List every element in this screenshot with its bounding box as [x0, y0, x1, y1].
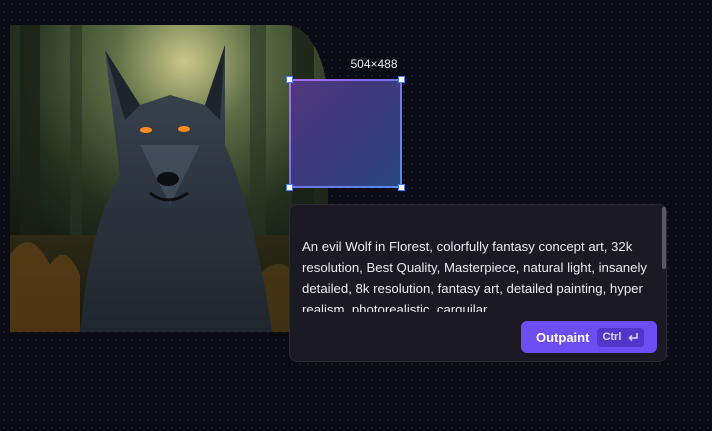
resize-handle-bottom-right[interactable]	[398, 184, 405, 191]
shortcut-ctrl-key: Ctrl	[602, 331, 622, 343]
enter-icon	[628, 332, 639, 343]
prompt-panel: An evil Wolf in Florest, colorfully fant…	[289, 204, 667, 362]
resize-handle-top-right[interactable]	[398, 76, 405, 83]
canvas-image[interactable]	[10, 25, 328, 332]
resize-handle-top-left[interactable]	[286, 76, 293, 83]
outpaint-button[interactable]: Outpaint Ctrl	[521, 321, 657, 353]
outpaint-selection-frame[interactable]	[286, 76, 405, 191]
shortcut-badge: Ctrl	[597, 327, 645, 347]
selection-size-label: 504×488	[350, 57, 398, 71]
prompt-textarea[interactable]: An evil Wolf in Florest, colorfully fant…	[302, 236, 654, 312]
outpaint-button-label: Outpaint	[536, 329, 590, 345]
prompt-scrollbar[interactable]	[662, 207, 666, 269]
wolf-image	[10, 25, 328, 332]
resize-handle-bottom-left[interactable]	[286, 184, 293, 191]
